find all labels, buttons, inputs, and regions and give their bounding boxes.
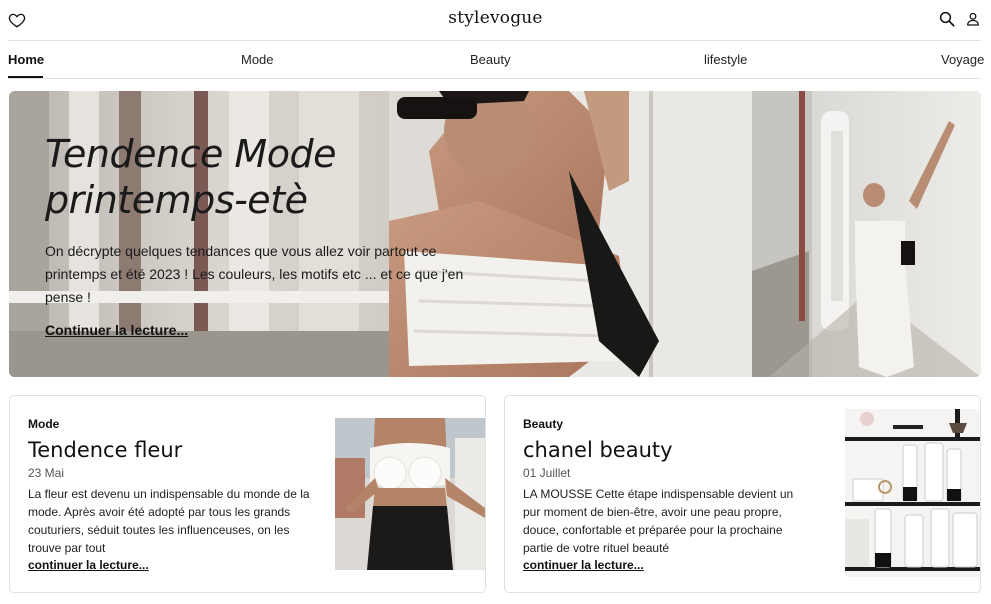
card-date: 01 Juillet: [523, 466, 571, 480]
card-excerpt: LA MOUSSE Cette étape indispensable devi…: [523, 487, 794, 555]
top-bar: stylevogue: [0, 0, 991, 41]
hero-excerpt: On décrypte quelques tendances que vous …: [45, 243, 464, 305]
nav-item-voyage[interactable]: Voyage: [941, 52, 984, 67]
card-excerpt: La fleur est devenu un indispensable du …: [28, 487, 310, 555]
user-icon[interactable]: [965, 10, 981, 28]
hero-banner[interactable]: Tendence Mode printemps-etè On décrypte …: [9, 91, 981, 377]
nav-item-beauty[interactable]: Beauty: [470, 52, 510, 67]
card-thumbnail[interactable]: [335, 418, 486, 570]
card-title[interactable]: Tendence fleur: [28, 438, 182, 462]
nav-item-lifestyle[interactable]: lifestyle: [704, 52, 747, 67]
card-category[interactable]: Mode: [28, 417, 59, 431]
hero-title: Tendence Mode printemps-etè: [45, 131, 465, 223]
search-icon[interactable]: [938, 10, 956, 28]
card-title[interactable]: chanel beauty: [523, 438, 673, 462]
card-date: 23 Mai: [28, 466, 65, 480]
nav-active-indicator: [8, 76, 43, 78]
article-card-beauty[interactable]: Beauty chanel beauty 01 Juillet LA MOUSS…: [504, 395, 981, 593]
main-nav: Home Mode Beauty lifestyle Voyage: [8, 41, 984, 79]
card-category[interactable]: Beauty: [523, 417, 563, 431]
hero-read-more-link[interactable]: Continuer la lecture...: [45, 322, 188, 338]
hero-title-line2: printemps-etè: [45, 178, 308, 222]
card-thumbnail[interactable]: [845, 409, 981, 577]
article-card-mode[interactable]: Mode Tendence fleur 23 Mai La fleur est …: [9, 395, 486, 593]
hero-title-line1: Tendence Mode: [45, 132, 336, 176]
nav-item-mode[interactable]: Mode: [241, 52, 274, 67]
card-read-more-link[interactable]: continuer la lecture...: [28, 558, 149, 572]
card-read-more-link[interactable]: continuer la lecture...: [523, 558, 644, 572]
nav-item-home[interactable]: Home: [8, 52, 44, 67]
brand-logo[interactable]: stylevogue: [0, 8, 991, 28]
